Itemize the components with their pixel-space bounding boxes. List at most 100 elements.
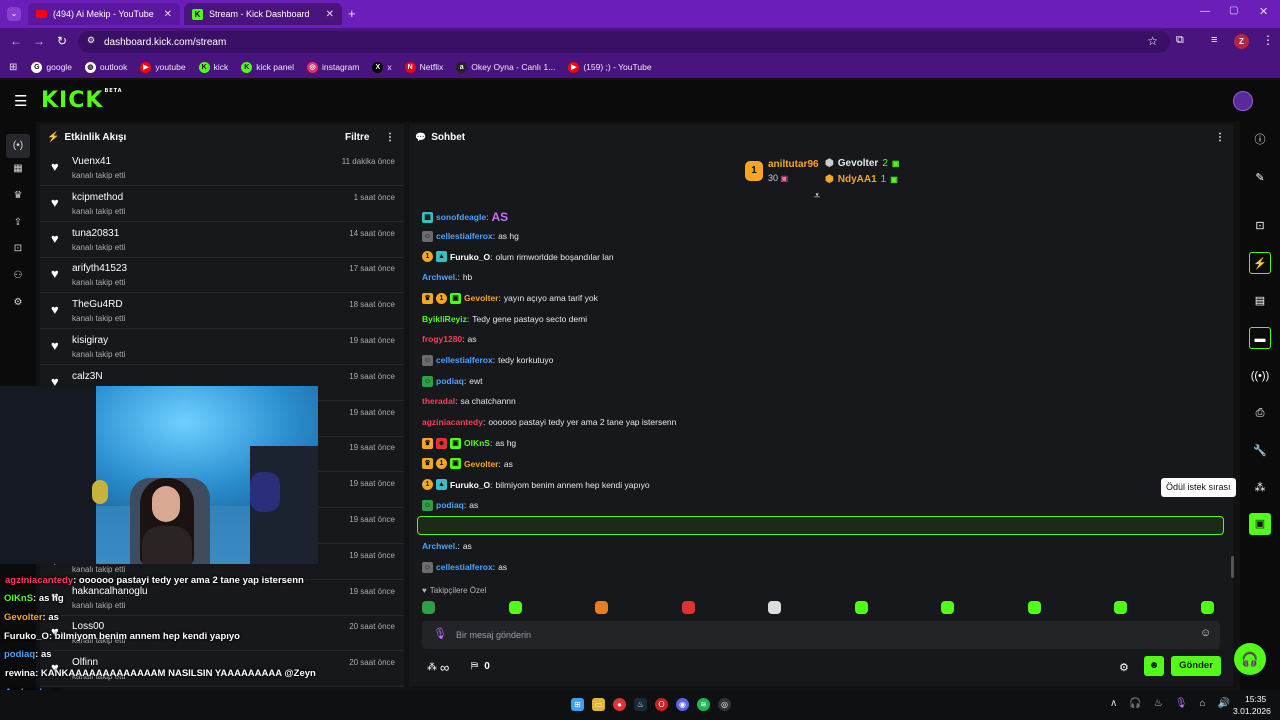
chat-username[interactable]: Gevolter xyxy=(464,293,499,303)
emote-icon[interactable] xyxy=(422,601,435,614)
hamburger-menu-icon[interactable]: ☰ xyxy=(14,92,27,110)
clock-time[interactable]: 15:35 xyxy=(1245,694,1266,704)
user-avatar[interactable] xyxy=(1233,91,1253,111)
activity-item[interactable]: ♥ TheGu4RD kanalı takip etti 18 saat önce xyxy=(40,294,404,330)
tab-youtube[interactable]: (494) Ai Mekip - YouTube ✕ xyxy=(28,3,180,25)
support-chat-button[interactable]: 🎧 xyxy=(1234,643,1266,675)
activity-item[interactable]: ♥ arifyth41523 kanalı takip etti 17 saat ön… xyxy=(40,258,404,294)
chat-message[interactable]: frogy1280: as xyxy=(422,334,477,344)
bookmark-2[interactable]: ▶ youtube xyxy=(140,61,186,73)
site-info-icon[interactable]: ⚙ xyxy=(87,35,95,46)
bookmark-1[interactable]: ◍ outlook xyxy=(84,61,127,73)
chat-message[interactable]: ☺ cellestialferox: as hg xyxy=(422,230,519,242)
chat-username[interactable]: Archwel. xyxy=(422,272,457,282)
mic-tray-icon[interactable]: 🎙 xyxy=(1175,698,1188,709)
chevron-up-icon[interactable]: ∧ xyxy=(1110,698,1117,709)
activity-item[interactable]: ♥ kisigiray kanalı takip etti 19 saat önce xyxy=(40,330,404,365)
activity-username[interactable]: kisigiray xyxy=(72,335,108,346)
gifter-2[interactable]: ⬢ Gevolter 2 ▣ xyxy=(825,158,899,169)
emote-icon[interactable] xyxy=(508,601,522,614)
gifter-3[interactable]: ⬢ NdyAA1 1 ▣ xyxy=(825,174,898,185)
chat-input[interactable]: 🎙 Bir mesaj gönderin ☺ xyxy=(422,621,1220,649)
bookmark-star-icon[interactable]: ☆ xyxy=(1147,34,1158,48)
chat-message[interactable]: ♛ 1 ▣ Gevolter: yayın açıyo ama tarif yok xyxy=(422,292,598,304)
emote-icon[interactable] xyxy=(1114,601,1127,614)
emote-icon[interactable] xyxy=(941,601,954,614)
points-button[interactable]: ⁂ ∞ xyxy=(427,660,449,675)
windows-start-icon[interactable]: ⊞ xyxy=(571,698,584,711)
kick-logo[interactable]: KICKBETA xyxy=(41,88,123,113)
chat-username[interactable]: OlKnS xyxy=(464,438,490,448)
screen-capture-icon[interactable]: ⊡ xyxy=(1249,215,1271,237)
forward-icon[interactable]: → xyxy=(33,34,45,48)
chat-username[interactable]: Furuko_O xyxy=(450,480,490,490)
bookmark-3[interactable]: Kkick xyxy=(198,61,228,73)
send-button[interactable]: Gönder xyxy=(1171,656,1221,676)
chat-username[interactable]: cellestialferox xyxy=(436,231,493,241)
chat-username[interactable]: cellestialferox xyxy=(436,355,493,365)
document-icon[interactable]: ▤ xyxy=(1249,290,1271,312)
emoji-icon[interactable]: ☺ xyxy=(1200,627,1211,639)
profile-avatar[interactable]: Z xyxy=(1234,34,1249,49)
chat-username[interactable]: Gevolter xyxy=(464,459,499,469)
spotify-icon[interactable]: ≋ xyxy=(697,698,710,711)
apps-grid-icon[interactable]: ⊞ xyxy=(9,62,17,73)
chat-bubble-icon[interactable]: ▬ xyxy=(1249,327,1271,349)
chat-username[interactable]: ByikliReyiz xyxy=(422,314,467,324)
chat-username[interactable]: agziniacantedy xyxy=(422,417,483,427)
chat-username[interactable]: Archwel. xyxy=(422,541,457,551)
chat-message[interactable]: ♛ ☻ ▣ OlKnS: as hg xyxy=(422,437,516,449)
filter-button[interactable]: Filtre xyxy=(345,132,369,143)
emote-icon[interactable] xyxy=(854,601,868,614)
volume-icon[interactable]: 🔊 xyxy=(1218,698,1230,709)
chat-message[interactable]: theradal: sa chatchannn xyxy=(422,396,516,406)
menu-kebab-icon[interactable]: ⋮ xyxy=(1262,33,1274,47)
close-window-button[interactable]: ✕ xyxy=(1259,5,1268,18)
emote-icon[interactable] xyxy=(681,601,695,614)
activity-username[interactable]: calz3N xyxy=(72,371,103,382)
activity-item[interactable]: ♥ kcipmethod kanalı takip etti 1 saat önce xyxy=(40,187,404,222)
screen-capture-icon[interactable]: ⊡ xyxy=(11,242,25,256)
community-icon[interactable]: ⚇ xyxy=(11,269,25,283)
bookmark-8[interactable]: a Okey Oyna - Canlı 1... xyxy=(456,61,555,73)
analytics-icon[interactable]: ▦ xyxy=(11,162,25,176)
chat-message[interactable]: Archwel.: hb xyxy=(422,272,472,282)
chat-username[interactable]: sonofdeagle xyxy=(436,212,486,222)
activity-menu-icon[interactable]: ⋮ xyxy=(385,132,395,143)
bookmark-7[interactable]: N Netflix xyxy=(404,61,443,73)
obs-icon[interactable]: ◎ xyxy=(718,698,731,711)
chat-message[interactable]: ☺ podiaq: ewt xyxy=(422,375,482,387)
bookmark-5[interactable]: ◎ instagram xyxy=(307,61,359,73)
bookmark-4[interactable]: Kkick panel xyxy=(241,61,294,73)
url-input[interactable]: ⚙ dashboard.kick.com/stream ☆ xyxy=(78,31,1170,53)
info-icon[interactable]: ⓘ xyxy=(1249,129,1271,151)
chat-message[interactable]: ▦ sonofdeagle: AS xyxy=(422,210,508,224)
activity-item[interactable]: ♥ Vuenx41 kanalı takip etti 11 dakika önce xyxy=(40,151,404,186)
emote-icon[interactable] xyxy=(595,601,608,614)
activity-username[interactable]: TheGu4RD xyxy=(72,299,123,310)
chat-message[interactable]: agziniacantedy: oooooo pastayi tedy yer a… xyxy=(422,417,676,427)
chat-message[interactable]: ☺ cellestialferox: tedy korkutuyo xyxy=(422,354,553,366)
activity-username[interactable]: hakancalhanoglu xyxy=(72,586,148,597)
steam-icon[interactable]: ♨ xyxy=(634,698,647,711)
lightning-icon[interactable]: ⚡ xyxy=(1249,252,1271,274)
chat-username[interactable]: theradal xyxy=(422,396,455,406)
emote-icon[interactable] xyxy=(768,601,781,614)
extensions-icon[interactable]: ⧉ xyxy=(1176,34,1184,47)
quick-emote-button[interactable]: ☻ xyxy=(1144,656,1164,676)
activity-username[interactable]: arifyth41523 xyxy=(72,263,127,274)
top-gifter-name[interactable]: aniltutar96 xyxy=(768,159,819,170)
trophy-icon[interactable]: ♛ xyxy=(11,189,25,203)
close-icon[interactable]: ✕ xyxy=(164,9,172,20)
chrome-icon[interactable]: ● xyxy=(613,698,626,711)
chat-username[interactable]: podiaq xyxy=(436,376,464,386)
tab-search-button[interactable]: ⌄ xyxy=(7,7,21,21)
network-icon[interactable]: ⌂ xyxy=(1199,698,1205,709)
chat-username[interactable]: cellestialferox xyxy=(436,562,493,572)
reload-icon[interactable]: ↻ xyxy=(57,34,67,48)
edit-pencil-icon[interactable]: ✎ xyxy=(1249,167,1271,189)
chat-message[interactable]: 1 ▲ Furuko_O: olum rimworldde boşandılar la… xyxy=(422,251,614,263)
stream-live-icon[interactable]: (•) xyxy=(6,134,30,158)
new-tab-button[interactable]: + xyxy=(348,6,356,21)
bookmark-6[interactable]: Xx xyxy=(372,61,392,73)
